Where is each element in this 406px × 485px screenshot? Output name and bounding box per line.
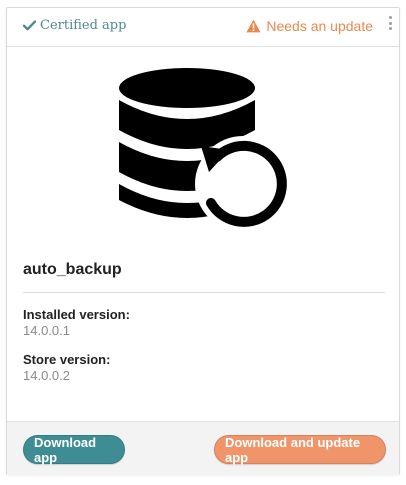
installed-version-label: Installed version: — [23, 307, 130, 322]
app-name: auto_backup — [23, 261, 122, 278]
certified-badge: Certified app — [23, 18, 126, 33]
store-version-value: 14.0.0.2 — [23, 368, 70, 383]
kebab-menu-icon[interactable] — [387, 16, 393, 30]
card-header: Certified app Needs an update — [7, 8, 399, 47]
certified-label: Certified app — [40, 18, 127, 33]
download-app-button[interactable]: Download app — [23, 435, 125, 465]
database-restore-icon — [117, 66, 291, 238]
divider — [23, 292, 385, 293]
warning-triangle-icon — [246, 19, 261, 33]
installed-version-value: 14.0.0.1 — [23, 323, 70, 338]
app-card: Certified app Needs an update auto_backu… — [6, 7, 400, 475]
download-and-update-button[interactable]: Download and update app — [214, 435, 386, 465]
store-version-label: Store version: — [23, 352, 111, 367]
card-footer: Download app Download and update app — [7, 421, 399, 475]
check-icon — [23, 20, 36, 31]
status-label: Needs an update — [266, 18, 373, 34]
update-status: Needs an update — [246, 18, 373, 34]
